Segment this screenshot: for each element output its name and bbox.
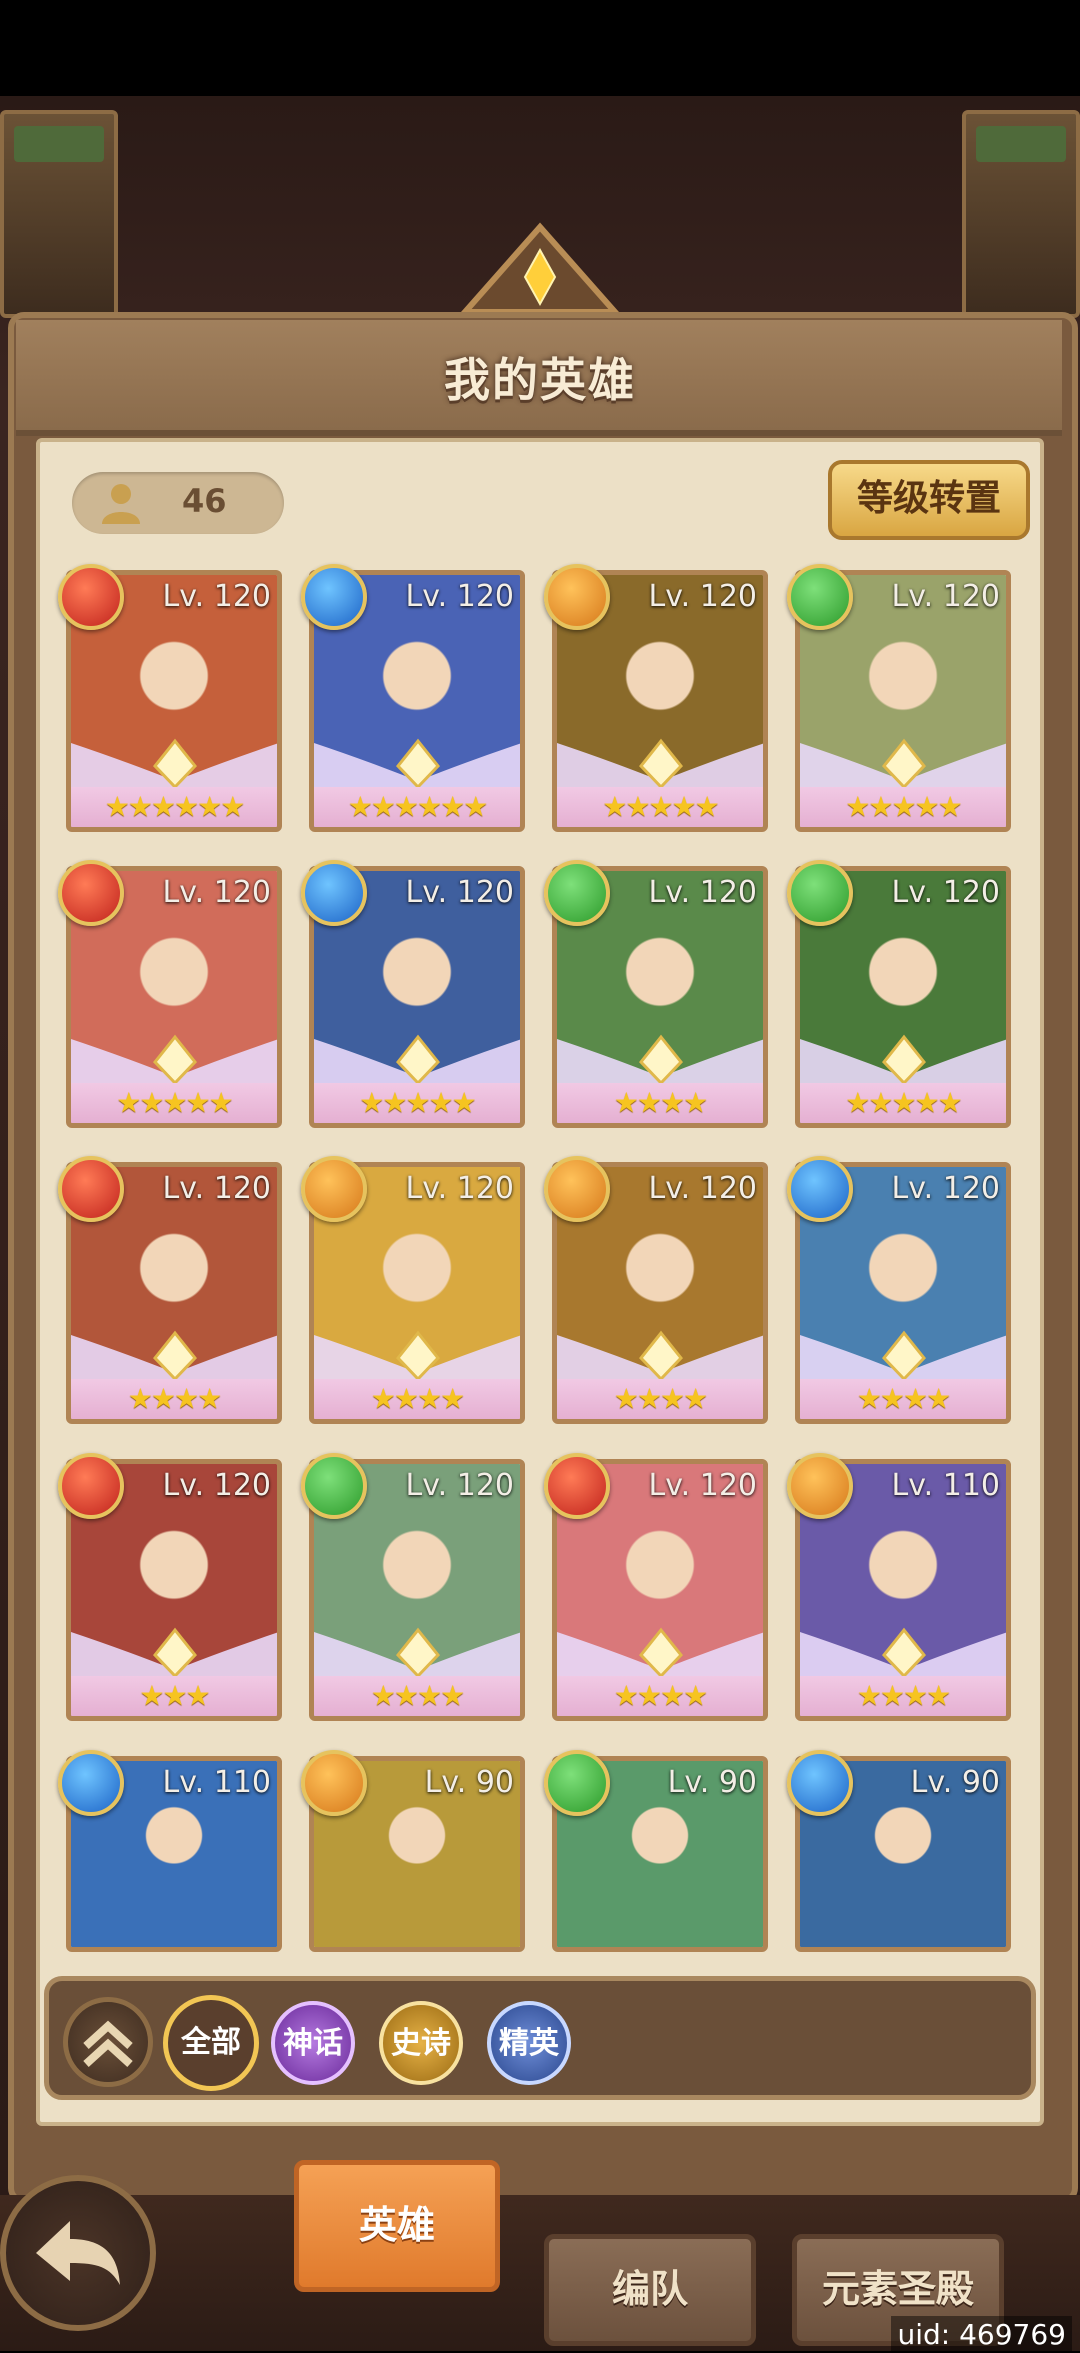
hero-level: Lv. 120	[891, 875, 1000, 910]
person-icon	[102, 484, 140, 524]
rank-wings-decoration	[71, 1627, 277, 1680]
hero-stars: ★★★★★★	[71, 787, 277, 827]
rank-wings-decoration	[71, 1034, 277, 1087]
hero-level: Lv. 120	[648, 1171, 757, 1206]
hero-level: Lv. 90	[667, 1765, 757, 1800]
rank-wings-decoration	[314, 1330, 520, 1383]
rank-wings-decoration	[800, 1034, 1006, 1087]
hero-level: Lv. 110	[162, 1765, 271, 1800]
filter-epic-button[interactable]: 史诗	[379, 2001, 463, 2085]
right-pillar-decoration	[962, 110, 1080, 318]
hero-level: Lv. 120	[162, 579, 271, 614]
back-button[interactable]	[0, 2175, 156, 2331]
hero-stars: ★★★★	[800, 1379, 1006, 1419]
hero-level: Lv. 90	[910, 1765, 1000, 1800]
hero-stars: ★★★★	[314, 1676, 520, 1716]
element-fire-icon	[544, 1453, 610, 1519]
element-water-icon	[301, 564, 367, 630]
element-earth-icon	[544, 1156, 610, 1222]
hero-stars: ★★★★★	[314, 1083, 520, 1123]
hero-level: Lv. 120	[891, 1171, 1000, 1206]
hero-stars: ★★★★	[314, 1379, 520, 1419]
tab-heroes[interactable]: 英雄	[294, 2160, 500, 2292]
level-transfer-button[interactable]: 等级转置	[828, 460, 1030, 540]
element-earth-icon	[301, 1750, 367, 1816]
rank-wings-decoration	[800, 1330, 1006, 1383]
filter-elite-button[interactable]: 精英	[487, 2001, 571, 2085]
hero-level: Lv. 120	[891, 579, 1000, 614]
element-water-icon	[787, 1750, 853, 1816]
element-wind-icon	[787, 564, 853, 630]
rank-wings-decoration	[314, 1627, 520, 1680]
hero-level: Lv. 120	[648, 1468, 757, 1503]
hero-level: Lv. 120	[162, 1171, 271, 1206]
rank-wings-decoration	[557, 1034, 763, 1087]
back-arrow-icon	[36, 2221, 120, 2285]
hero-level: Lv. 120	[162, 1468, 271, 1503]
rank-wings-decoration	[71, 738, 277, 791]
rank-wings-decoration	[557, 1330, 763, 1383]
element-wind-icon	[301, 1453, 367, 1519]
element-earth-icon	[301, 1156, 367, 1222]
double-chevron-up-icon	[83, 2020, 133, 2067]
hero-stars: ★★★★★	[557, 787, 763, 827]
filter-all-button[interactable]: 全部	[163, 1995, 259, 2091]
hero-stars: ★★★★	[71, 1379, 277, 1419]
collapse-button[interactable]	[63, 1997, 153, 2087]
rank-wings-decoration	[557, 738, 763, 791]
rank-wings-decoration	[800, 738, 1006, 791]
element-water-icon	[58, 1750, 124, 1816]
element-fire-icon	[58, 564, 124, 630]
filter-mythic-button[interactable]: 神话	[271, 2001, 355, 2085]
hero-count: 46	[182, 482, 227, 520]
element-fire-icon	[58, 1453, 124, 1519]
element-water-icon	[301, 860, 367, 926]
hero-stars: ★★★	[71, 1676, 277, 1716]
filter-bar: 全部 神话 史诗 精英	[44, 1976, 1036, 2100]
element-wind-icon	[787, 860, 853, 926]
element-water-icon	[787, 1156, 853, 1222]
hero-level: Lv. 120	[405, 579, 514, 614]
hero-count-badge: 46	[72, 472, 284, 534]
hero-stars: ★★★★★	[800, 1083, 1006, 1123]
rank-wings-decoration	[800, 1627, 1006, 1680]
hero-stars: ★★★★★	[800, 787, 1006, 827]
rank-wings-decoration	[314, 1034, 520, 1087]
hero-level: Lv. 110	[891, 1468, 1000, 1503]
element-earth-icon	[544, 564, 610, 630]
status-bar	[0, 0, 1080, 96]
element-wind-icon	[544, 860, 610, 926]
rank-wings-decoration	[557, 1627, 763, 1680]
hero-level: Lv. 120	[648, 579, 757, 614]
hero-level: Lv. 120	[405, 875, 514, 910]
hero-stars: ★★★★	[557, 1379, 763, 1419]
element-wind-icon	[544, 1750, 610, 1816]
tab-formation[interactable]: 编队	[544, 2234, 756, 2346]
user-id: uid: 469769	[891, 2316, 1072, 2353]
hero-stars: ★★★★	[800, 1676, 1006, 1716]
element-fire-icon	[58, 860, 124, 926]
hero-stars: ★★★★★	[71, 1083, 277, 1123]
hero-stars: ★★★★	[557, 1676, 763, 1716]
hero-level: Lv. 120	[648, 875, 757, 910]
hero-level: Lv. 120	[405, 1171, 514, 1206]
page-title: 我的英雄	[444, 353, 636, 407]
hero-stars: ★★★★★★	[314, 787, 520, 827]
element-fire-icon	[58, 1156, 124, 1222]
hero-level: Lv. 120	[162, 875, 271, 910]
rank-wings-decoration	[314, 738, 520, 791]
hero-level: Lv. 120	[405, 1468, 514, 1503]
hero-stars: ★★★★	[557, 1083, 763, 1123]
rank-wings-decoration	[71, 1330, 277, 1383]
element-earth-icon	[787, 1453, 853, 1519]
hero-level: Lv. 90	[424, 1765, 514, 1800]
left-pillar-decoration	[0, 110, 118, 318]
